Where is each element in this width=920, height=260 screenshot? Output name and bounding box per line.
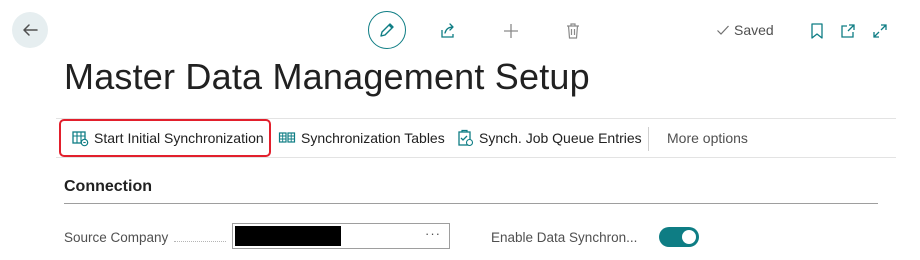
open-new-window-button[interactable] [837, 20, 859, 42]
tables-icon [278, 132, 296, 143]
expand-icon [873, 24, 887, 38]
section-divider [64, 203, 878, 204]
trash-icon [567, 23, 579, 39]
synchronization-tables-label: Synchronization Tables [301, 130, 445, 146]
page-title: Master Data Management Setup [64, 56, 590, 97]
share-icon [441, 23, 454, 38]
pencil-icon [380, 23, 394, 37]
arrow-left-icon [23, 24, 38, 36]
back-button[interactable] [12, 12, 48, 48]
actionbar-separator [648, 127, 649, 151]
new-button[interactable] [500, 20, 522, 42]
highlight-box [59, 119, 271, 157]
share-button[interactable] [437, 20, 459, 42]
source-company-label: Source Company [64, 230, 169, 245]
open-new-window-icon [841, 24, 855, 38]
synch-job-queue-entries-action[interactable]: Synch. Job Queue Entries [456, 118, 642, 158]
bookmark-icon [811, 23, 823, 39]
saved-label: Saved [734, 22, 774, 38]
section-title-connection: Connection [64, 178, 152, 195]
toggle-knob [682, 230, 696, 244]
enable-data-synchronization-toggle[interactable] [659, 227, 699, 247]
more-options-action[interactable]: More options [667, 118, 748, 158]
redacted-value [235, 226, 341, 246]
synch-job-queue-entries-label: Synch. Job Queue Entries [479, 130, 642, 146]
edit-button[interactable] [368, 11, 406, 49]
actionbar-divider-bottom [56, 157, 896, 158]
job-queue-icon [458, 129, 474, 147]
plus-icon [504, 24, 518, 38]
bookmark-button[interactable] [806, 20, 828, 42]
delete-button[interactable] [562, 20, 584, 42]
source-company-leader-dots [174, 241, 226, 242]
enable-data-synchronization-label: Enable Data Synchron... [491, 230, 638, 245]
saved-status: Saved [716, 22, 774, 38]
synchronization-tables-action[interactable]: Synchronization Tables [278, 118, 445, 158]
source-company-field[interactable]: ··· [232, 223, 450, 249]
more-options-label: More options [667, 130, 748, 146]
checkmark-icon [717, 25, 729, 35]
source-company-lookup-button[interactable]: ··· [425, 226, 441, 241]
expand-button[interactable] [869, 20, 891, 42]
